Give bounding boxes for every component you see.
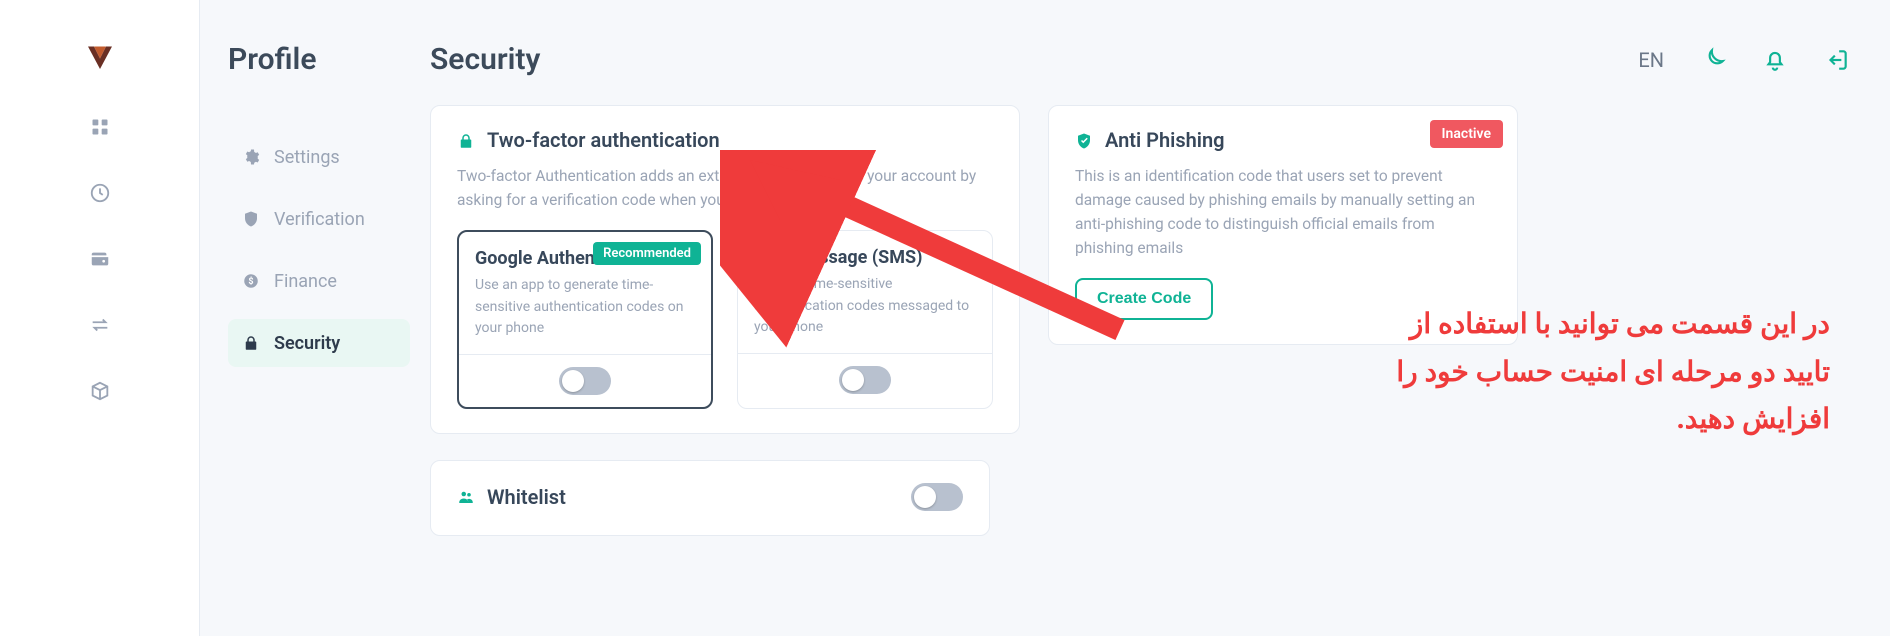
method-sms[interactable]: Text Message (SMS) Receive time-sensitiv… bbox=[737, 230, 993, 409]
sidebar-item-finance[interactable]: $ Finance bbox=[228, 257, 410, 305]
gear-icon bbox=[242, 148, 260, 166]
main: Security EN Two-factor authentication Tw… bbox=[430, 0, 1890, 636]
method-google[interactable]: Recommended Google Authenticator Use an … bbox=[457, 230, 713, 409]
recommended-chip: Recommended bbox=[593, 242, 701, 265]
page-title: Security bbox=[430, 42, 540, 77]
whitelist-toggle[interactable] bbox=[911, 483, 963, 511]
anti-phishing-card: Inactive Anti Phishing This is an identi… bbox=[1048, 105, 1518, 345]
method-desc: Use an app to generate time-sensitive au… bbox=[475, 275, 695, 340]
nav-wallet-icon[interactable] bbox=[89, 248, 111, 270]
notifications-icon[interactable] bbox=[1762, 47, 1788, 73]
twofa-card: Two-factor authentication Two-factor Aut… bbox=[430, 105, 1020, 434]
anti-title: Anti Phishing bbox=[1105, 128, 1225, 152]
sidebar-list: Settings Verification $ Finance Security bbox=[228, 133, 410, 367]
lang-toggle[interactable]: EN bbox=[1638, 48, 1664, 72]
whitelist-card: Whitelist bbox=[430, 460, 990, 536]
method-sms-toggle[interactable] bbox=[839, 366, 891, 394]
nav-dashboard-icon[interactable] bbox=[89, 116, 111, 138]
top-actions: EN bbox=[1638, 47, 1850, 73]
coin-icon: $ bbox=[242, 272, 260, 290]
topbar: Security EN bbox=[430, 42, 1850, 77]
create-code-button[interactable]: Create Code bbox=[1075, 278, 1213, 320]
icon-rail bbox=[0, 0, 200, 636]
method-desc: Receive time-sensitive authentication co… bbox=[754, 274, 976, 339]
sidebar-item-label: Verification bbox=[274, 209, 365, 230]
lock-icon bbox=[242, 334, 260, 352]
theme-toggle-icon[interactable] bbox=[1700, 47, 1726, 73]
sidebar: Profile Settings Verification $ Finance … bbox=[200, 0, 430, 636]
app-logo bbox=[85, 42, 115, 72]
svg-text:$: $ bbox=[248, 276, 253, 287]
method-google-toggle[interactable] bbox=[559, 367, 611, 395]
sidebar-item-label: Finance bbox=[274, 271, 337, 292]
twofa-title: Two-factor authentication bbox=[487, 128, 720, 152]
nav-activity-icon[interactable] bbox=[89, 182, 111, 204]
nav-cube-icon[interactable] bbox=[89, 380, 111, 402]
sidebar-item-security[interactable]: Security bbox=[228, 319, 410, 367]
twofa-heading: Two-factor authentication bbox=[457, 128, 993, 152]
status-badge: Inactive bbox=[1430, 120, 1503, 148]
nav-transfer-icon[interactable] bbox=[89, 314, 111, 336]
users-icon bbox=[457, 488, 475, 506]
anti-desc: This is an identification code that user… bbox=[1075, 164, 1491, 260]
whitelist-title: Whitelist bbox=[487, 485, 566, 509]
shield-check-icon bbox=[1075, 131, 1093, 149]
sidebar-item-label: Settings bbox=[274, 147, 340, 168]
lock-icon bbox=[457, 131, 475, 149]
sidebar-item-verification[interactable]: Verification bbox=[228, 195, 410, 243]
sidebar-item-label: Security bbox=[274, 333, 340, 354]
anti-heading: Anti Phishing bbox=[1075, 128, 1491, 152]
content-grid: Two-factor authentication Two-factor Aut… bbox=[430, 105, 1850, 434]
twofa-desc: Two-factor Authentication adds an extra … bbox=[457, 164, 977, 212]
twofa-methods: Recommended Google Authenticator Use an … bbox=[457, 230, 993, 409]
logout-icon[interactable] bbox=[1824, 47, 1850, 73]
sidebar-item-settings[interactable]: Settings bbox=[228, 133, 410, 181]
method-title: Text Message (SMS) bbox=[754, 247, 976, 268]
sidebar-title: Profile bbox=[228, 42, 410, 77]
shield-icon bbox=[242, 210, 260, 228]
